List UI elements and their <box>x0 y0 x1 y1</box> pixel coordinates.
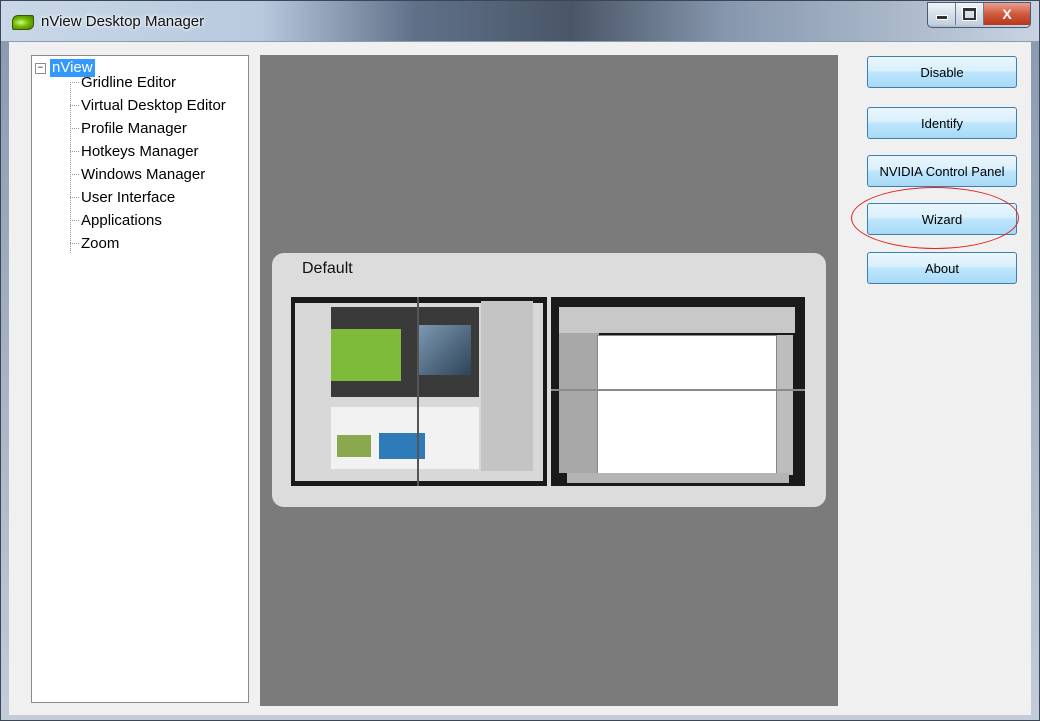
minimize-button[interactable] <box>928 3 956 25</box>
tree-item-label[interactable]: Applications <box>81 212 162 229</box>
maximize-button[interactable] <box>956 3 984 25</box>
tree-item-virtual-desktop-editor[interactable]: Virtual Desktop Editor <box>70 94 226 116</box>
tree-item-applications[interactable]: Applications <box>70 209 162 231</box>
caption-buttons: X <box>927 2 1031 28</box>
identify-button[interactable]: Identify <box>867 107 1017 139</box>
title-bar[interactable]: nView Desktop Manager X <box>1 1 1039 41</box>
app-window: nView Desktop Manager X − nView Gridline… <box>0 0 1040 721</box>
tree-item-hotkeys-manager[interactable]: Hotkeys Manager <box>70 140 199 162</box>
tree-item-gridline-editor[interactable]: Gridline Editor <box>70 71 176 93</box>
tree-item-label[interactable]: Gridline Editor <box>81 74 176 91</box>
tree-item-label[interactable]: Windows Manager <box>81 166 205 183</box>
profile-name: Default <box>302 260 353 277</box>
tree-item-profile-manager[interactable]: Profile Manager <box>70 117 187 139</box>
tree-item-zoom[interactable]: Zoom <box>70 232 119 254</box>
tree-item-label[interactable]: Hotkeys Manager <box>81 143 199 160</box>
nvidia-control-panel-button[interactable]: NVIDIA Control Panel <box>867 155 1017 187</box>
window-title: nView Desktop Manager <box>41 13 205 30</box>
tree-item-label[interactable]: User Interface <box>81 189 175 206</box>
tree-item-label[interactable]: Profile Manager <box>81 120 187 137</box>
about-button[interactable]: About <box>867 252 1017 284</box>
client-area: − nView Gridline Editor Virtual Desktop … <box>9 42 1031 715</box>
wizard-annotation-circle <box>851 187 1019 249</box>
collapse-icon[interactable]: − <box>35 62 46 74</box>
navigation-tree: − nView Gridline Editor Virtual Desktop … <box>31 55 249 703</box>
tree-item-label[interactable]: Zoom <box>81 235 119 252</box>
display-1-thumbnail[interactable] <box>291 297 547 486</box>
nvidia-logo-icon <box>12 15 34 30</box>
maximize-icon <box>963 8 976 20</box>
close-icon: X <box>1002 6 1012 22</box>
display-2-thumbnail[interactable] <box>551 297 805 486</box>
tree-item-user-interface[interactable]: User Interface <box>70 186 175 208</box>
desktop-profile-area: Default <box>260 55 838 706</box>
close-button[interactable]: X <box>984 3 1030 25</box>
minimize-icon <box>935 14 948 20</box>
disable-button[interactable]: Disable <box>867 56 1017 88</box>
tree-item-label[interactable]: Virtual Desktop Editor <box>81 97 226 114</box>
profile-card[interactable]: Default <box>272 253 826 507</box>
tree-item-windows-manager[interactable]: Windows Manager <box>70 163 205 185</box>
